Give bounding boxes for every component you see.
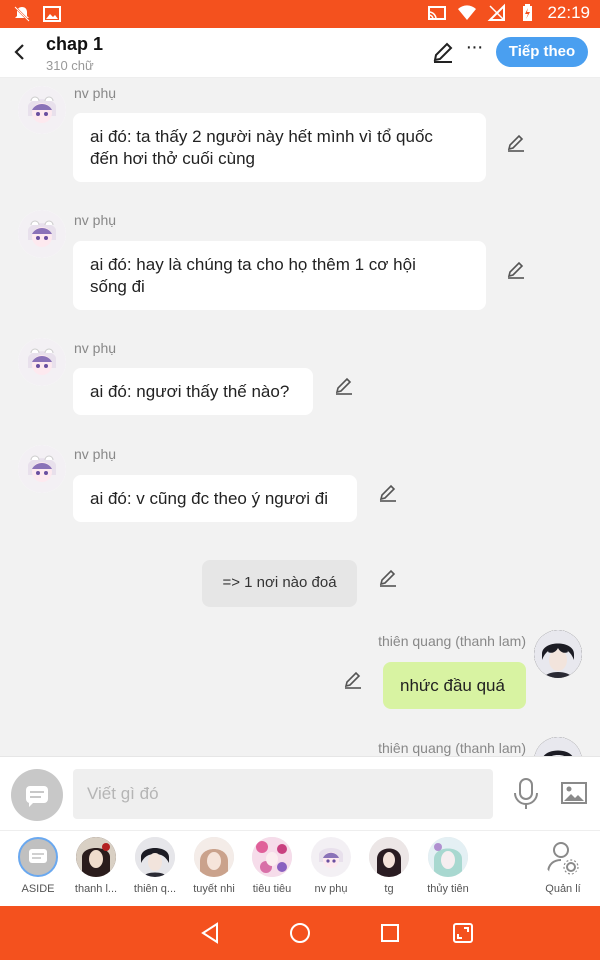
edit-message-icon[interactable] xyxy=(343,670,363,690)
aside-avatar xyxy=(18,837,58,877)
message-text-line: sống đi xyxy=(90,277,145,296)
message-bubble[interactable]: ai đó: hay là chúng ta cho họ thêm 1 cơ … xyxy=(73,241,486,310)
avatar[interactable] xyxy=(18,445,66,493)
message-bubble[interactable]: nhức đầu quá xyxy=(383,662,526,709)
message-bubble[interactable]: ai đó: v cũng đc theo ý ngươi đi xyxy=(73,475,357,522)
character-name: thiên q... xyxy=(133,883,177,895)
message-bubble[interactable]: ai đó: ngươi thấy thế nào? xyxy=(73,368,313,415)
wifi-icon xyxy=(458,5,477,21)
chat-list[interactable]: nv phụ ai đó: ta thấy 2 người này hết mì… xyxy=(0,78,600,756)
character-name: nv phụ xyxy=(314,883,348,895)
sender-name: nv phụ xyxy=(74,212,117,228)
message-text-line: ai đó: ta thấy 2 người này hết mình vì t… xyxy=(90,127,433,146)
character-item[interactable]: tg xyxy=(359,837,419,895)
avatar xyxy=(428,837,468,877)
cast-icon xyxy=(428,6,447,20)
sender-name: nv phụ xyxy=(74,85,117,101)
edit-icon[interactable] xyxy=(432,41,454,63)
chapter-title: chap 1 xyxy=(46,34,104,54)
avatar[interactable] xyxy=(534,737,582,756)
gallery-icon xyxy=(43,6,61,22)
edit-message-icon[interactable] xyxy=(378,568,398,588)
avatar xyxy=(311,837,351,877)
battery-charging-icon xyxy=(523,4,533,21)
word-count: 310 chữ xyxy=(46,58,94,73)
avatar xyxy=(135,837,175,877)
system-navigation-bar xyxy=(0,906,600,960)
character-item[interactable]: thiên q... xyxy=(125,837,185,895)
character-selector: ASIDE thanh l... thiên q... tuyết nhi ti… xyxy=(0,830,600,906)
top-app-bar: chap 1 310 chữ ··· Tiếp theo xyxy=(0,28,600,78)
message-text-line: ai đó: hay là chúng ta cho họ thêm 1 cơ … xyxy=(90,255,416,274)
screen-rotate-icon[interactable] xyxy=(451,921,475,945)
back-arrow-icon[interactable] xyxy=(8,40,32,64)
character-item[interactable]: thủy tiên xyxy=(418,837,478,895)
avatar xyxy=(76,837,116,877)
message-text: ai đó: v cũng đc theo ý ngươi đi xyxy=(90,489,328,508)
character-name: tg xyxy=(384,883,394,895)
character-name: tuyết nhi xyxy=(193,883,235,895)
sender-name: thiên quang (thanh lam) xyxy=(378,740,526,756)
avatar[interactable] xyxy=(534,630,582,678)
recents-square-icon[interactable] xyxy=(378,921,402,945)
character-name: thanh l... xyxy=(74,883,118,895)
composer-bar xyxy=(0,756,600,830)
character-item[interactable]: nv phụ xyxy=(301,837,361,895)
clock: 22:19 xyxy=(547,3,590,22)
sender-name: nv phụ xyxy=(74,446,117,462)
manage-characters-button[interactable]: Quản lí xyxy=(533,837,593,895)
avatar[interactable] xyxy=(18,338,66,386)
edit-message-icon[interactable] xyxy=(378,483,398,503)
home-circle-icon[interactable] xyxy=(288,921,312,945)
character-name: ASIDE xyxy=(21,883,55,895)
character-name: Quản lí xyxy=(545,883,581,895)
avatar xyxy=(369,837,409,877)
character-item[interactable]: thanh l... xyxy=(66,837,126,895)
character-name: tiêu tiêu xyxy=(252,883,292,895)
avatar xyxy=(194,837,234,877)
message-text: nhức đầu quá xyxy=(400,676,505,695)
edit-message-icon[interactable] xyxy=(506,133,526,153)
aside-toggle-button[interactable] xyxy=(11,769,63,821)
status-bar: 22:19 xyxy=(0,0,600,28)
aside-bubble[interactable]: => 1 nơi nào đoá xyxy=(202,560,357,607)
sender-name: thiên quang (thanh lam) xyxy=(378,633,526,649)
message-text: ai đó: ngươi thấy thế nào? xyxy=(90,382,290,401)
avatar[interactable] xyxy=(18,210,66,258)
more-options-icon[interactable]: ··· xyxy=(462,36,486,66)
no-signal-icon xyxy=(488,3,506,21)
chat-bubble-icon xyxy=(29,849,47,863)
image-icon[interactable] xyxy=(560,779,588,807)
message-bubble[interactable]: ai đó: ta thấy 2 người này hết mình vì t… xyxy=(73,113,486,182)
edit-message-icon[interactable] xyxy=(334,376,354,396)
sender-name: nv phụ xyxy=(74,340,117,356)
character-name: thủy tiên xyxy=(427,883,469,895)
chat-bubble-icon xyxy=(26,786,48,807)
character-item[interactable]: tiêu tiêu xyxy=(242,837,302,895)
character-aside[interactable]: ASIDE xyxy=(8,837,68,895)
avatar[interactable] xyxy=(18,86,66,134)
next-button[interactable]: Tiếp theo xyxy=(496,37,588,67)
microphone-icon[interactable] xyxy=(512,777,540,811)
notifications-off-icon xyxy=(14,6,30,22)
avatar xyxy=(252,837,292,877)
message-input[interactable] xyxy=(73,769,493,819)
back-triangle-icon[interactable] xyxy=(198,921,222,945)
edit-message-icon[interactable] xyxy=(506,260,526,280)
message-text-line: đến hơi thở cuối cùng xyxy=(90,149,256,168)
character-item[interactable]: tuyết nhi xyxy=(184,837,244,895)
manage-user-icon xyxy=(543,837,583,877)
